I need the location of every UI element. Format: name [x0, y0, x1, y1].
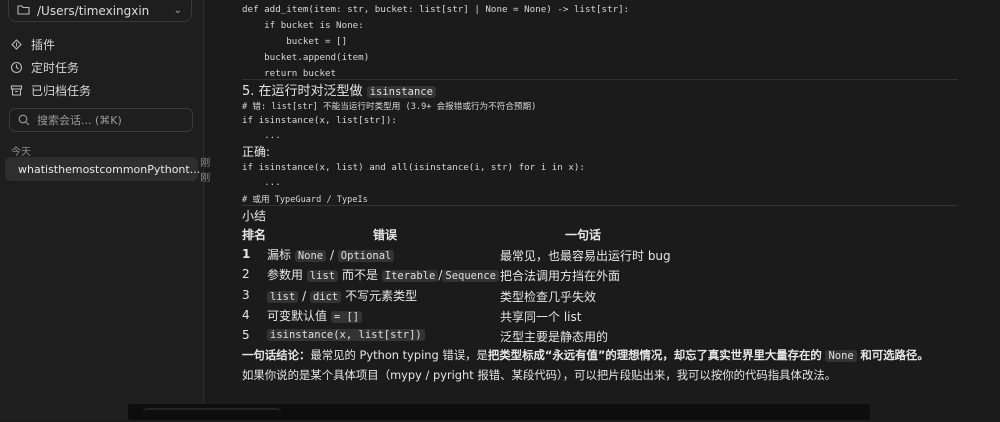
conclusion-bold: 把类型标成“永远有值”的理想情况，却忘了真实世界里大量存在的	[487, 348, 822, 362]
conversation-title: whatisthemostcommonPythont...	[18, 162, 201, 176]
table-cell-error: 参数用 list 而不是 Iterable / Sequence	[267, 266, 499, 283]
code-line: return bucket	[242, 68, 337, 79]
cell-text: /	[326, 248, 338, 262]
clock-icon	[10, 61, 23, 74]
table-cell-note: 最常见，也最容易出运行时 bug	[500, 249, 671, 263]
folder-selector[interactable]: /Users/timexingxin ⌄	[8, 0, 192, 22]
cell-code: list	[267, 291, 299, 303]
nav-label: 插件	[31, 38, 56, 52]
conclusion-label: 一句话结论：	[242, 348, 311, 362]
search-input[interactable]: 搜索会话... (⌘K)	[9, 108, 193, 132]
chat-content: def add_item(item: str, bucket: list[str…	[204, 0, 1000, 420]
nav-item-scheduled[interactable]: 定时任务	[10, 59, 79, 76]
cell-text: 可变默认值	[267, 309, 331, 323]
code-line: def add_item(item: str, bucket: list[str…	[242, 4, 630, 15]
section-heading: 5. 在运行时对泛型做 isinstance	[242, 80, 436, 99]
code-comment: # 或用 TypeGuard / TypeIs	[242, 195, 368, 205]
conversation-item[interactable]: whatisthemostcommonPythont... 刚刚	[5, 157, 210, 184]
code-comment: # 错: list[str] 不能当运行时类型用 (3.9+ 会报错或行为不符合…	[242, 102, 537, 112]
code-line: if isinstance(x, list[str]):	[242, 115, 397, 126]
table-header-rank: 排名	[242, 228, 267, 242]
cell-text: /	[298, 289, 310, 303]
table-cell-rank: 1	[242, 247, 251, 261]
code-line: if isinstance(x, list) and all(isinstanc…	[242, 162, 585, 173]
table-cell-note: 泛型主要是静态用的	[500, 330, 609, 344]
cell-code: isinstance(x, list[str])	[267, 329, 425, 341]
table-cell-error: 漏标 None / Optional	[267, 246, 395, 263]
code-line: ...	[242, 130, 281, 141]
conclusion-bold: 和可选路径。	[860, 348, 929, 362]
table-cell-rank: 3	[242, 288, 250, 302]
nav-item-plugins[interactable]: 插件	[10, 36, 55, 53]
followup-text: 如果你说的是某个具体项目（mypy / pyright 报错、某段代码），可以把…	[242, 368, 837, 382]
composer-overlay[interactable]	[128, 404, 870, 420]
heading-code: isinstance	[366, 86, 436, 98]
conclusion-text: 最常见的 Python typing 错误，是	[310, 348, 488, 362]
search-placeholder: 搜索会话... (⌘K)	[37, 114, 122, 127]
chevron-down-icon: ⌄	[173, 5, 182, 16]
correct-label: 正确:	[242, 145, 271, 159]
table-cell-rank: 5	[242, 328, 250, 342]
folder-path: /Users/timexingxin	[37, 3, 150, 18]
table-cell-note: 把合法调用方挡在外面	[500, 269, 621, 283]
table-cell-error: isinstance(x, list[str])	[267, 327, 425, 341]
conclusion: 一句话结论：最常见的 Python typing 错误，是把类型标成“永远有值”…	[242, 347, 929, 363]
table-header-note: 一句话	[565, 228, 602, 242]
cell-code: Optional	[337, 250, 395, 262]
cell-code: dict	[309, 291, 342, 303]
sidebar: /Users/timexingxin ⌄ 插件 定时任务 已归档任务 搜索会话.…	[0, 0, 210, 420]
section-label-today: 今天	[11, 147, 31, 158]
cell-code: = []	[330, 311, 363, 323]
cell-code: None	[294, 250, 327, 262]
table-cell-error: list / dict 不写元素类型	[267, 287, 417, 304]
summary-title: 小结	[242, 209, 267, 223]
table-cell-error: 可变默认值 = []	[267, 307, 363, 324]
cell-code: Sequence	[442, 270, 499, 282]
cell-text: 而不是	[338, 268, 382, 282]
table-cell-rank: 4	[242, 308, 250, 322]
code-line: ...	[242, 177, 281, 188]
heading-text: 5. 在运行时对泛型做	[242, 84, 363, 99]
nav-item-archived[interactable]: 已归档任务	[10, 82, 91, 99]
folder-icon	[17, 4, 30, 18]
conclusion-code: None	[825, 350, 857, 362]
cell-code: Iterable	[381, 270, 439, 282]
table-cell-note: 共享同一个 list	[500, 310, 582, 324]
code-line: bucket.append(item)	[242, 52, 370, 63]
table-cell-rank: 2	[242, 267, 250, 281]
cell-code: list	[306, 270, 339, 282]
cell-text: 漏标	[267, 248, 295, 262]
table-cell-note: 类型检查几乎失效	[500, 290, 597, 304]
cell-text: 不写元素类型	[341, 289, 418, 303]
plugin-icon	[11, 39, 22, 50]
nav-label: 定时任务	[31, 61, 80, 75]
code-line: bucket = []	[242, 36, 348, 47]
code-line: if bucket is None:	[242, 20, 364, 31]
archive-icon	[10, 85, 23, 96]
nav-label: 已归档任务	[31, 84, 92, 98]
divider	[242, 205, 958, 206]
search-icon	[18, 114, 30, 126]
cell-text: 参数用	[267, 268, 307, 282]
table-header-error: 错误	[373, 228, 398, 242]
